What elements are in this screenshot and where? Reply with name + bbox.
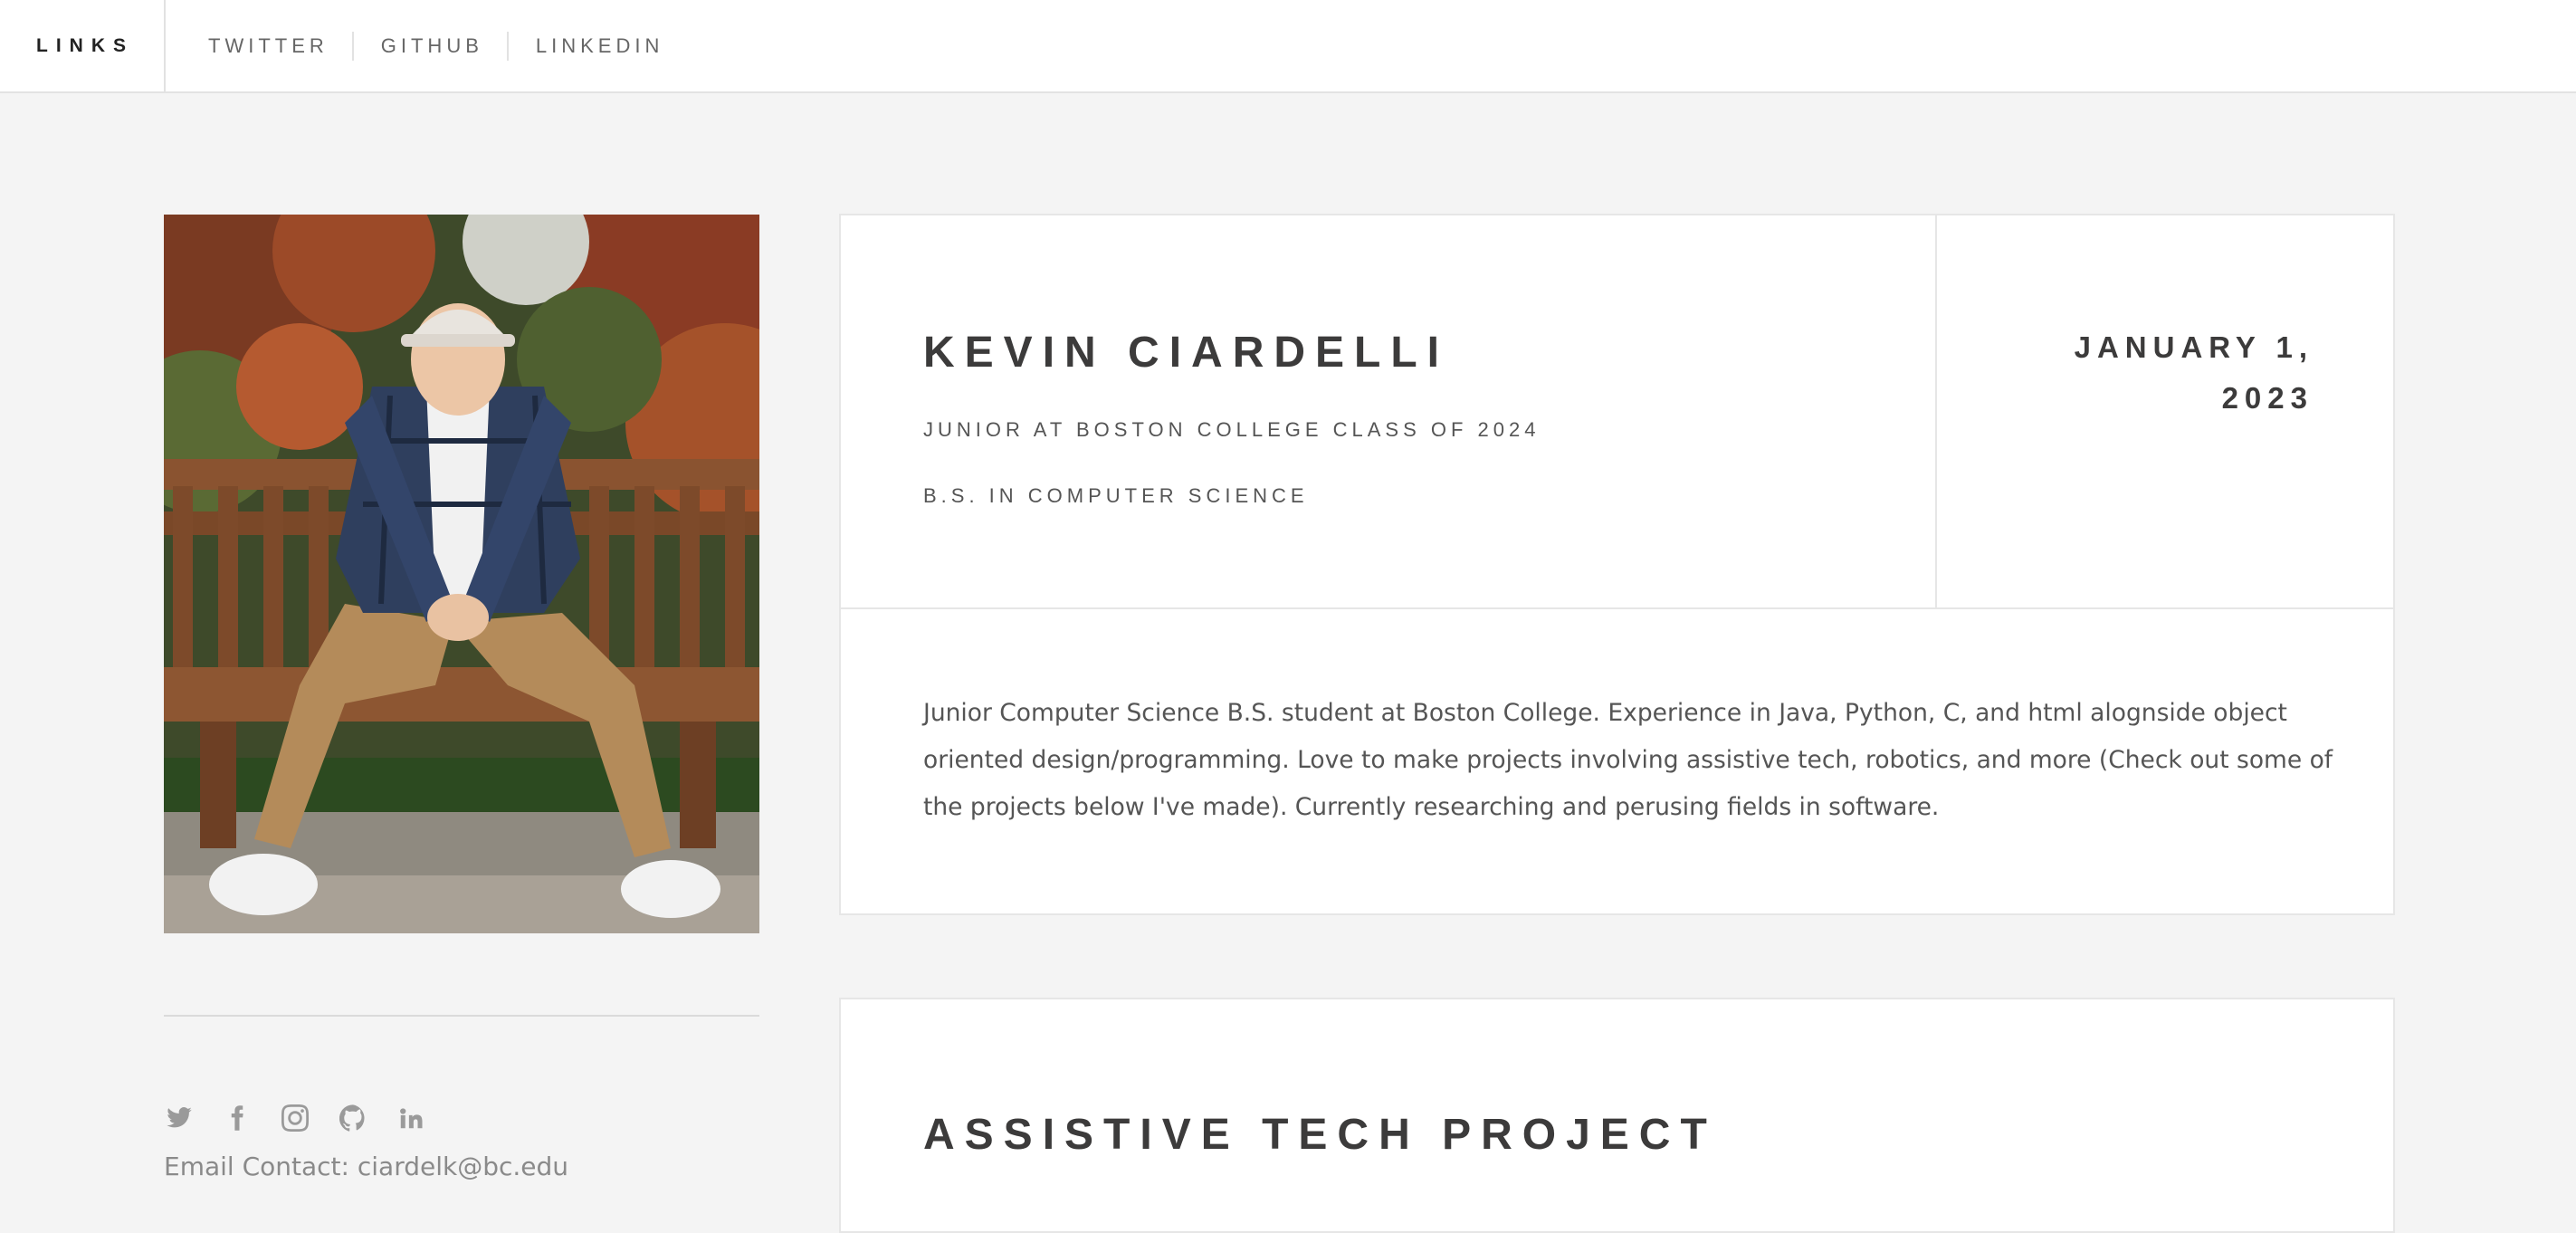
linkedin-icon[interactable] bbox=[396, 1103, 426, 1133]
profile-subtitle-school: JUNIOR AT BOSTON COLLEGE CLASS OF 2024 bbox=[923, 418, 1541, 441]
brand-label[interactable]: LINKS bbox=[0, 0, 166, 91]
facebook-icon[interactable] bbox=[222, 1103, 253, 1133]
nav-link-linkedin[interactable]: LINKEDIN bbox=[536, 34, 687, 58]
nav-separator bbox=[351, 31, 354, 61]
sidebar-divider bbox=[164, 1015, 759, 1017]
profile-name: KEVIN CIARDELLI bbox=[923, 329, 1450, 377]
top-nav-bar: LINKS TWITTER GITHUB LINKEDIN bbox=[0, 0, 2576, 93]
nav-links: TWITTER GITHUB LINKEDIN bbox=[166, 31, 687, 61]
nav-link-github[interactable]: GITHUB bbox=[381, 34, 507, 58]
nav-separator bbox=[506, 31, 509, 61]
project-card: ASSISTIVE TECH PROJECT bbox=[839, 998, 2395, 1233]
intro-card: KEVIN CIARDELLI JUNIOR AT BOSTON COLLEGE… bbox=[839, 214, 2395, 915]
social-links bbox=[164, 1103, 426, 1133]
email-contact[interactable]: Email Contact: ciardelk@bc.edu bbox=[164, 1152, 568, 1181]
intro-card-title-area: KEVIN CIARDELLI JUNIOR AT BOSTON COLLEGE… bbox=[841, 215, 1937, 609]
intro-card-date-area: JANUARY 1, 2023 bbox=[1937, 215, 2395, 609]
twitter-icon[interactable] bbox=[164, 1103, 195, 1133]
profile-bio: Junior Computer Science B.S. student at … bbox=[923, 699, 2333, 821]
instagram-icon[interactable] bbox=[280, 1103, 310, 1133]
post-date: JANUARY 1, 2023 bbox=[2074, 330, 2314, 415]
nav-link-twitter[interactable]: TWITTER bbox=[208, 34, 352, 58]
github-icon[interactable] bbox=[338, 1103, 368, 1133]
profile-subtitle-degree: B.S. IN COMPUTER SCIENCE bbox=[923, 484, 1309, 507]
profile-photo bbox=[164, 215, 759, 933]
project-title: ASSISTIVE TECH PROJECT bbox=[923, 1111, 1717, 1159]
